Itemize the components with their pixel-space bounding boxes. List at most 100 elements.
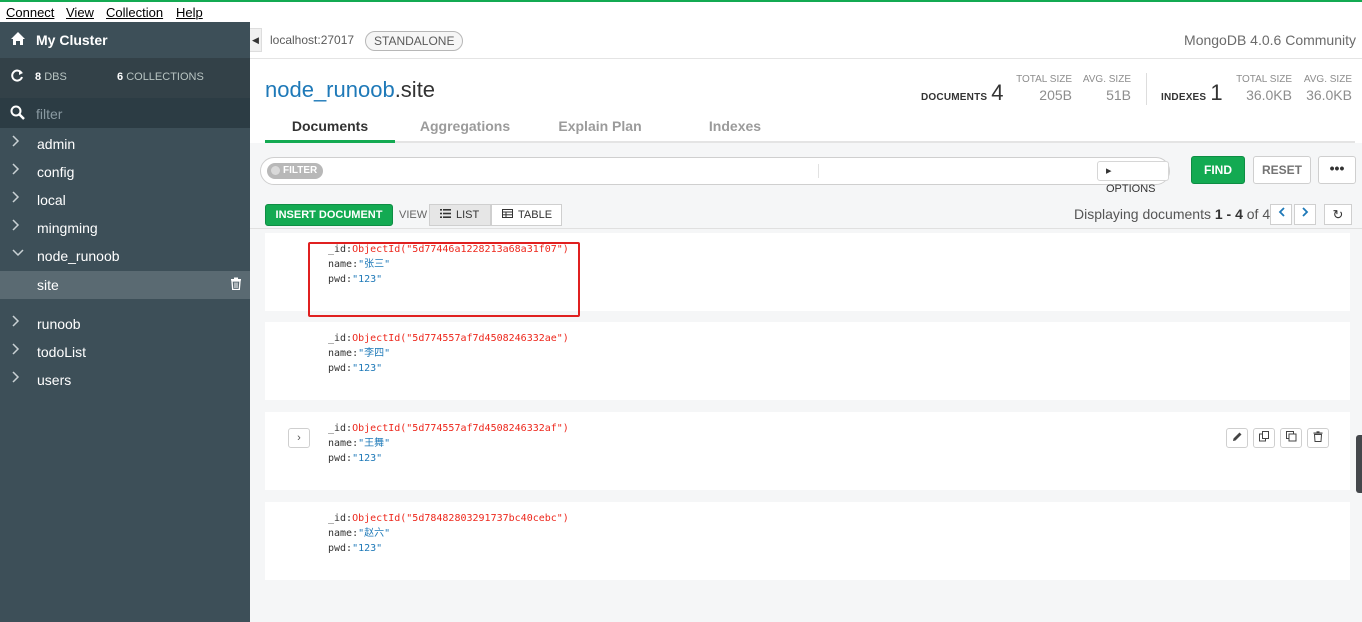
- query-bar: FILTER ▸ OPTIONS FIND RESET •••: [250, 143, 1362, 199]
- sidebar-item-runoob[interactable]: runoob: [0, 309, 250, 337]
- filter-separator: [818, 164, 819, 178]
- filter-tag: FILTER: [267, 163, 324, 179]
- doc-total-size-label: TOTAL SIZE: [1016, 74, 1072, 85]
- document-card[interactable]: › _id:ObjectId("5d774557af7d4508246332af…: [265, 412, 1350, 490]
- menu-collection[interactable]: Collection: [106, 5, 163, 20]
- field-value-string: "123": [352, 543, 383, 554]
- indexes-count: 1: [1210, 80, 1223, 105]
- trash-icon: [1313, 431, 1323, 442]
- cluster-header[interactable]: My Cluster: [0, 22, 250, 58]
- chevron-right-icon: [12, 371, 20, 386]
- main-panel: ◀ localhost:27017 STANDALONE MongoDB 4.0…: [250, 22, 1362, 622]
- dbs-count-value: 8: [35, 71, 42, 83]
- sidebar-item-admin[interactable]: admin: [0, 129, 250, 157]
- highlight-annotation: [308, 242, 580, 317]
- field-value-string: "赵六": [358, 528, 391, 539]
- collapse-sidebar-button[interactable]: ◀: [250, 28, 262, 52]
- documents-count: 4: [991, 80, 1004, 105]
- document-card[interactable]: _id:ObjectId("5d774557af7d4508246332ae")…: [265, 322, 1350, 400]
- tab-documents[interactable]: Documents: [265, 116, 395, 143]
- display-prefix: Displaying documents: [1074, 206, 1211, 222]
- prev-page-button[interactable]: [1270, 204, 1292, 225]
- reset-button[interactable]: RESET: [1253, 156, 1311, 184]
- chevron-right-icon: [12, 191, 20, 206]
- clone-icon: [1285, 431, 1296, 442]
- filter-input[interactable]: FILTER ▸ OPTIONS: [260, 157, 1170, 195]
- doc-avg-size-value: 51B: [1106, 87, 1131, 103]
- doc-total-size: TOTAL SIZE 205B: [1016, 74, 1072, 103]
- stat-divider: [1146, 73, 1147, 105]
- scrollbar-thumb[interactable]: [1356, 435, 1362, 493]
- idx-total-size-value: 36.0KB: [1246, 87, 1292, 103]
- list-label: LIST: [456, 209, 480, 221]
- sidebar-item-local[interactable]: local: [0, 185, 250, 213]
- chevron-down-icon: [12, 247, 24, 261]
- field-key: pwd:: [328, 543, 353, 554]
- chevron-right-icon: [12, 343, 20, 358]
- copy-document-button[interactable]: [1253, 428, 1275, 448]
- menu-help[interactable]: Help: [176, 5, 203, 20]
- field-key: pwd:: [328, 453, 353, 464]
- collection-header: node_runoob.site DOCUMENTS 4 TOTAL SIZE 2…: [250, 59, 1362, 143]
- field-key: _id:: [328, 423, 353, 434]
- collection-tabs: Documents Aggregations Explain Plan Inde…: [265, 116, 1355, 143]
- document-card[interactable]: _id:ObjectId("5d78482803291737bc40cebc")…: [265, 502, 1350, 580]
- sidebar-item-todolist[interactable]: todoList: [0, 337, 250, 365]
- trash-icon[interactable]: [230, 277, 242, 293]
- field-value-string: "123": [352, 363, 383, 374]
- tab-aggregations[interactable]: Aggregations: [395, 116, 535, 143]
- sidebar-collection-site[interactable]: site: [0, 271, 250, 299]
- field-value-string: "李四": [358, 348, 391, 359]
- sidebar-filter[interactable]: filter: [0, 98, 250, 128]
- more-options-button[interactable]: •••: [1318, 156, 1356, 184]
- display-total: 4: [1262, 206, 1271, 222]
- db-name-link[interactable]: node_runoob: [265, 77, 395, 102]
- doc-avg-size-label: AVG. SIZE: [1082, 74, 1131, 85]
- idx-avg-size: AVG. SIZE 36.0KB: [1304, 74, 1352, 103]
- db-label: local: [37, 192, 66, 208]
- expand-document-button[interactable]: ›: [288, 428, 310, 448]
- view-list-button[interactable]: LIST: [429, 204, 491, 226]
- tab-explain-plan[interactable]: Explain Plan: [535, 116, 665, 143]
- field-key: name:: [328, 348, 359, 359]
- chevron-right-icon: [12, 315, 20, 330]
- field-value-objectid: ObjectId("5d774557af7d4508246332ae"): [352, 333, 569, 344]
- collections-count-value: 6: [117, 71, 124, 83]
- table-label: TABLE: [518, 209, 553, 221]
- menu-connect[interactable]: Connect: [6, 5, 54, 20]
- options-label: OPTIONS: [1106, 183, 1156, 195]
- insert-document-button[interactable]: INSERT DOCUMENT: [265, 204, 393, 226]
- db-label: node_runoob: [37, 248, 120, 264]
- menubar: Connect View Collection Help: [0, 2, 1362, 22]
- sidebar-item-users[interactable]: users: [0, 365, 250, 393]
- collection-label: site: [37, 277, 59, 293]
- pagination-status: Displaying documents 1 - 4 of 4: [1074, 206, 1270, 222]
- delete-document-button[interactable]: [1307, 428, 1329, 448]
- menu-view[interactable]: View: [66, 5, 94, 20]
- db-label: users: [37, 372, 72, 388]
- document-fields: _id:ObjectId("5d774557af7d4508246332ae")…: [328, 331, 569, 376]
- pencil-icon: [1232, 432, 1241, 441]
- chevron-right-icon: ›: [297, 432, 301, 444]
- sidebar-item-node-runoob[interactable]: node_runoob: [0, 241, 250, 269]
- options-button[interactable]: ▸ OPTIONS: [1097, 161, 1169, 195]
- cluster-stats: 8 DBS 6 COLLECTIONS: [0, 58, 250, 98]
- search-icon: [10, 105, 25, 125]
- idx-total-size-label: TOTAL SIZE: [1236, 74, 1292, 85]
- sidebar-item-config[interactable]: config: [0, 157, 250, 185]
- instance-bar: ◀ localhost:27017 STANDALONE MongoDB 4.0…: [250, 22, 1362, 59]
- sidebar-item-mingming[interactable]: mingming: [0, 213, 250, 241]
- clone-document-button[interactable]: [1280, 428, 1302, 448]
- view-table-button[interactable]: TABLE: [491, 204, 562, 226]
- edit-document-button[interactable]: [1226, 428, 1248, 448]
- next-page-button[interactable]: [1294, 204, 1316, 225]
- field-key: name:: [328, 528, 359, 539]
- documents-stat: DOCUMENTS 4: [921, 80, 1004, 106]
- refresh-documents-button[interactable]: ↻: [1324, 204, 1352, 225]
- copy-icon: [1258, 431, 1269, 442]
- find-button[interactable]: FIND: [1191, 156, 1245, 184]
- document-fields: _id:ObjectId("5d774557af7d4508246332af")…: [328, 421, 569, 466]
- field-key: pwd:: [328, 363, 353, 374]
- refresh-icon[interactable]: [10, 69, 24, 86]
- tab-indexes[interactable]: Indexes: [665, 116, 805, 143]
